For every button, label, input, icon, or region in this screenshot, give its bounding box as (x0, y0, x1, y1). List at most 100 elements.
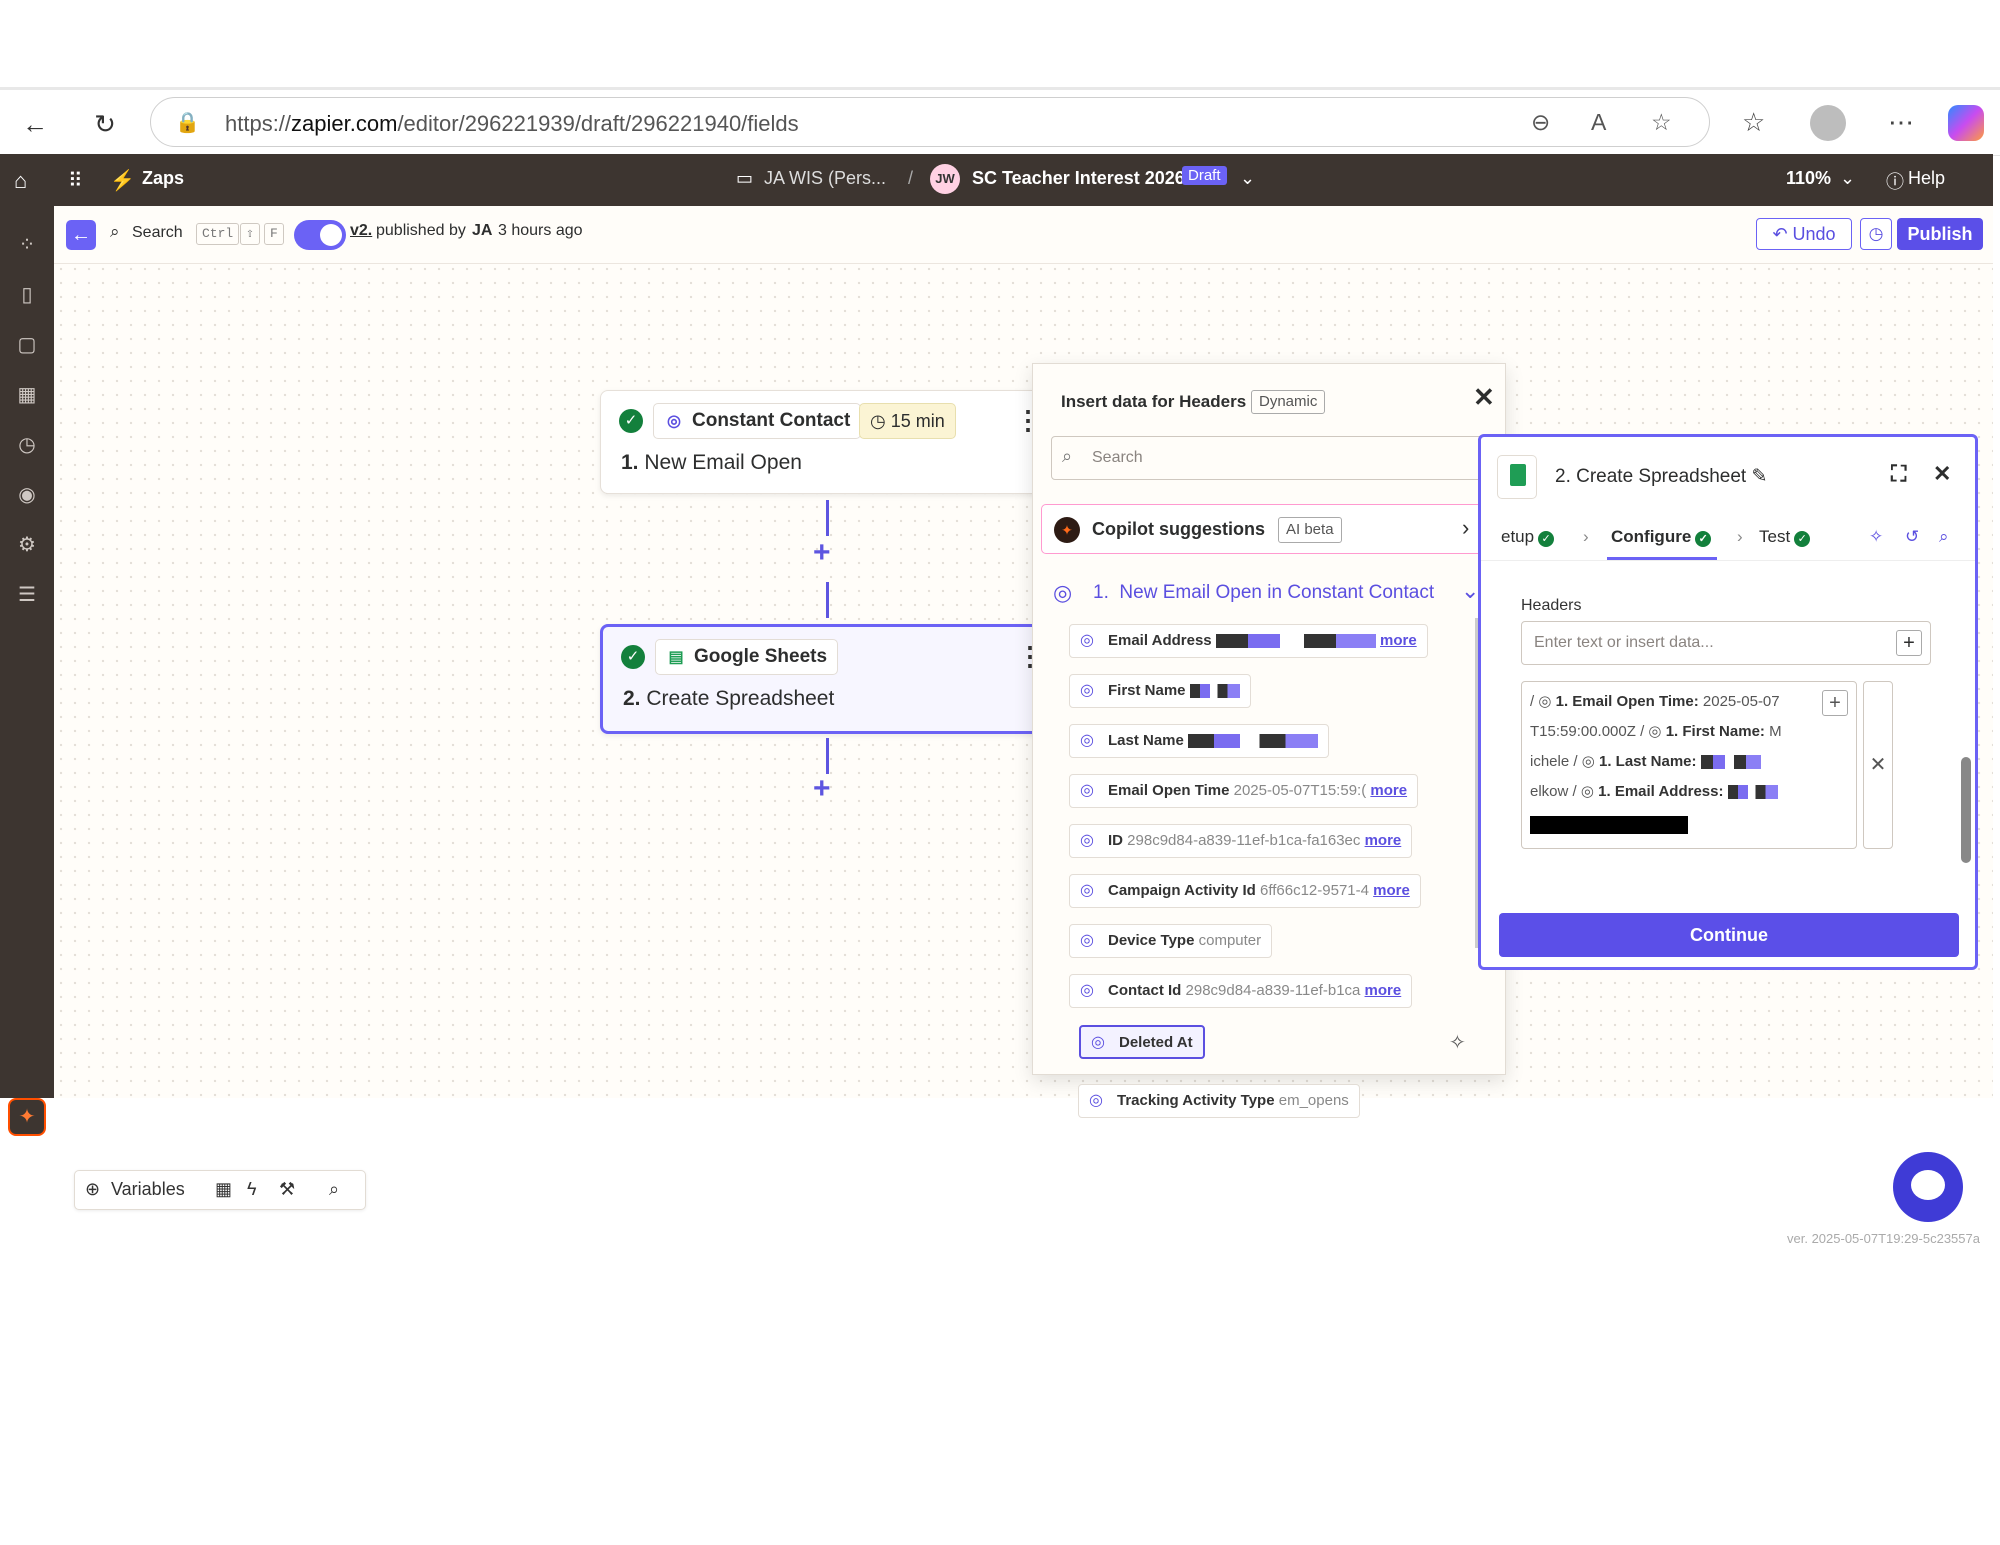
data-field-tracking-activity-type[interactable]: ◎ Tracking Activity Type em_opens (1078, 1084, 1360, 1118)
search-icon[interactable]: ⌕ (329, 1179, 339, 1200)
search-icon[interactable]: ⌕ (1939, 527, 1949, 547)
editor-toolbar: ← ⌕ Search Ctrl ⇧ F v2. published by JA … (54, 206, 1993, 264)
address-bar[interactable]: 🔒 https://zapier.com/editor/296221939/dr… (150, 97, 1710, 147)
chevron-down-icon[interactable]: ⌄ (1840, 168, 1855, 189)
copilot-suggestions-row[interactable]: ✦ Copilot suggestions AI beta › (1041, 504, 1495, 554)
close-icon[interactable]: ✕ (1473, 382, 1495, 413)
active-tab-indicator (1607, 557, 1717, 560)
ai-sparkle-icon[interactable]: ✧ (1449, 1030, 1466, 1055)
continue-button[interactable]: Continue (1499, 913, 1959, 957)
help-icon[interactable]: ⓘ (1886, 168, 1904, 194)
publish-button[interactable]: Publish (1897, 218, 1983, 250)
help-label[interactable]: Help (1908, 168, 1945, 189)
insert-data-picker: Insert data for Headers Dynamic ✕ ⌕ Searc… (1032, 363, 1506, 1075)
chat-bubble-icon[interactable] (1893, 1152, 1963, 1222)
add-icon[interactable]: + (1822, 690, 1848, 716)
reload-icon[interactable]: ↻ (88, 107, 122, 141)
tab-configure[interactable]: Configure ✓ (1611, 527, 1712, 547)
step-card-trigger[interactable]: ✓ ◎ Constant Contact ◷ 15 min 1. New Emai… (600, 390, 1060, 494)
tab-test[interactable]: Test ✓ (1759, 527, 1811, 547)
url-text[interactable]: https://zapier.com/editor/296221939/draf… (225, 111, 799, 137)
constant-contact-icon: ◎ (1080, 682, 1094, 699)
data-field-first-name[interactable]: ◎ First Name (1069, 674, 1251, 708)
connector-line (826, 582, 829, 618)
history-icon[interactable]: ◷ (13, 432, 41, 460)
bolt-icon[interactable]: ϟ (247, 1179, 257, 1200)
version-link[interactable]: v2. (350, 222, 372, 240)
variables-button[interactable]: Variables (111, 1179, 185, 1200)
published-by: JA (472, 222, 493, 239)
data-field-campaign-activity-id[interactable]: ◎ Campaign Activity Id 6ff66c12-9571-4 mo… (1069, 874, 1421, 908)
ai-beta-badge: AI beta (1278, 517, 1342, 543)
shortcut-shift: ⇧ (240, 223, 260, 245)
chevron-down-icon[interactable]: ⌄ (1240, 168, 1255, 189)
folder-name[interactable]: JA WIS (Pers... (764, 168, 886, 189)
search-icon[interactable]: ⌕ (110, 222, 120, 242)
history-icon[interactable]: ◷ (1860, 218, 1892, 250)
zap-name[interactable]: SC Teacher Interest 2026 (972, 168, 1185, 189)
add-step-icon[interactable]: + (813, 536, 831, 570)
copilot-icon[interactable]: ✦ (8, 1098, 46, 1136)
data-field-last-name[interactable]: ◎ Last Name (1069, 724, 1330, 758)
tab-setup[interactable]: etup ✓ (1501, 527, 1555, 547)
app-name: Google Sheets (694, 646, 828, 667)
file-icon[interactable]: ▯ (13, 282, 41, 310)
app-topbar: ⌂ ⠿ ⚡ Zaps ▭ JA WIS (Pers... / JW SC Tea… (0, 154, 1993, 206)
data-field-deleted-at[interactable]: ◎ Deleted At (1079, 1025, 1205, 1059)
home-icon[interactable]: ⌂ (14, 168, 27, 194)
value-row: ichele / ◎ 1. Last Name: (1530, 752, 1761, 770)
activity-icon[interactable]: ◉ (13, 482, 41, 510)
copilot-icon: ✦ (1054, 517, 1080, 543)
back-icon[interactable]: ← (18, 107, 52, 141)
refresh-icon[interactable]: ↺ (1905, 527, 1919, 547)
remove-value-icon[interactable]: ✕ (1863, 681, 1893, 849)
settings-icon[interactable]: ⚙ (13, 532, 41, 560)
profile-avatar[interactable] (1810, 105, 1846, 141)
zaps-label[interactable]: Zaps (142, 168, 184, 189)
step-title: 2. Create Spreadsheet (623, 687, 835, 710)
wrench-icon[interactable]: ⚒ (279, 1179, 295, 1200)
data-field-device-type[interactable]: ◎ Device Type computer (1069, 924, 1273, 958)
add-step-icon[interactable]: + (813, 772, 831, 806)
data-field-id[interactable]: ◎ ID 298c9d84-a839-11ef-b1ca-fa163ec more (1069, 824, 1413, 858)
data-field-contact-id[interactable]: ◎ Contact Id 298c9d84-a839-11ef-b1ca more (1069, 974, 1413, 1008)
value-row: / ◎ 1. Email Open Time: 2025-05-07 (1530, 693, 1780, 710)
close-icon[interactable]: ✕ (1933, 461, 1951, 487)
app-name: Constant Contact (692, 410, 851, 431)
constant-contact-icon: ◎ (1053, 580, 1073, 605)
headers-input[interactable]: Enter text or insert data... + (1521, 621, 1931, 665)
chevron-right-icon: › (1737, 527, 1743, 546)
favorites-icon[interactable]: ☆ (1742, 107, 1765, 138)
constant-contact-icon: ◎ (1080, 782, 1094, 799)
copilot-icon[interactable] (1948, 105, 1984, 141)
apps-grid-icon[interactable]: ⠿ (68, 168, 83, 193)
read-aloud-icon[interactable]: A (1591, 109, 1606, 136)
headers-placeholder: Enter text or insert data... (1534, 634, 1714, 651)
layout-icon[interactable]: ▦ (215, 1179, 232, 1200)
panel-scrollbar[interactable] (1961, 757, 1971, 863)
undo-button[interactable]: ↶ Undo (1756, 218, 1852, 250)
app-chip: ◎ Constant Contact (653, 403, 862, 439)
header-value-field[interactable]: / ◎ 1. Email Open Time: 2025-05-07 T15:5… (1521, 681, 1857, 849)
picker-search-input[interactable]: ⌕ Search (1051, 436, 1489, 480)
expand-icon[interactable]: ⛶ (1891, 461, 1906, 487)
favorite-star-icon[interactable]: ☆ (1651, 109, 1672, 136)
calendar-icon[interactable]: ▦ (13, 382, 41, 410)
comment-icon[interactable]: ▢ (13, 332, 41, 360)
data-field-email-open-time[interactable]: ◎ Email Open Time 2025-05-07T15:59:( more (1069, 774, 1419, 808)
zoom-out-icon[interactable]: ⊖ (1531, 109, 1550, 136)
archive-icon[interactable]: ☰ (13, 582, 41, 610)
back-arrow-icon[interactable]: ← (66, 220, 96, 250)
picker-title: Insert data for Headers (1061, 392, 1247, 411)
data-field-email-address[interactable]: ◎ Email Address more (1069, 624, 1428, 658)
ai-sparkle-icon[interactable]: ✧ (1869, 527, 1883, 547)
zap-on-toggle[interactable] (294, 220, 346, 250)
apps-icon[interactable]: ⁘ (13, 232, 41, 260)
lock-icon[interactable]: 🔒 (175, 110, 200, 135)
check-icon: ✓ (619, 409, 643, 433)
add-icon[interactable]: + (1896, 630, 1922, 656)
more-menu-icon[interactable]: ⋯ (1888, 107, 1914, 138)
step-card-action[interactable]: ✓ ▤ Google Sheets 2. Create Spreadsheet ⋮ (600, 624, 1060, 734)
search-label[interactable]: Search (132, 224, 183, 242)
zoom-level[interactable]: 110% (1786, 168, 1831, 189)
